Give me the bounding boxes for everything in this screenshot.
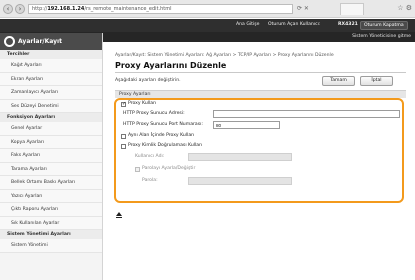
gear-icon (4, 36, 15, 47)
cancel-button[interactable]: İptal (360, 76, 393, 86)
app-topbar: Ana Gitişe Oturum Açan Kullanıcı: RX4321… (0, 19, 415, 32)
proxy-section-header: Proxy Ayarları (115, 90, 406, 98)
sidebar-item-copy[interactable]: Kopya Ayarları (0, 135, 102, 149)
set-password-label: Parolayı Ayarla/Değiştir (142, 166, 196, 171)
home-link[interactable]: Ana Gitişe (236, 22, 259, 27)
instruction-text: Aşağıdaki ayarları değiştirin. (115, 78, 181, 83)
user-name: RX4321 (338, 22, 358, 27)
system-manager-link[interactable]: Sistem Yöneticisine gitme (352, 34, 411, 39)
window-controls-icon[interactable]: ☆ ⚙ (397, 4, 412, 12)
sidebar-title: Ayarlar/Kayıt (18, 38, 62, 45)
sidebar-item-common[interactable]: Genel Ayarlar (0, 122, 102, 136)
sidebar-item-timer[interactable]: Zamanlayıcı Ayarları (0, 86, 102, 100)
password-field[interactable] (188, 177, 292, 185)
main-content: Ayarlar/Kayıt: Sistem Yönetimi Ayarları:… (104, 42, 415, 280)
browser-tab[interactable] (340, 3, 364, 15)
use-proxy-label: Proxy Kullan (128, 101, 157, 106)
same-domain-checkbox[interactable] (121, 134, 126, 139)
breadcrumb: Ayarlar/Kayıt: Sistem Yönetimi Ayarları:… (115, 53, 334, 58)
username-label: Kullanıcı Adı: (135, 154, 165, 159)
username-field[interactable] (188, 153, 292, 161)
back-icon[interactable]: ‹ (3, 4, 13, 14)
http-port-field[interactable] (213, 121, 280, 129)
http-address-label: HTTP Proxy Sunucu Adresi: (123, 111, 185, 116)
http-port-label: HTTP Proxy Sunucu Port Numarası: (123, 122, 203, 127)
address-bar[interactable]: http://192.168.1.24/rs_remote_maintenanc… (28, 4, 293, 14)
sidebar-item-favorites[interactable]: Sık Kullanılan Ayarlar (0, 216, 102, 230)
browser-toolbar: ‹ › http://192.168.1.24/rs_remote_mainte… (0, 0, 415, 18)
sidebar-item-fax[interactable]: Faks Ayarları (0, 149, 102, 163)
set-password-checkbox[interactable] (135, 167, 140, 172)
use-auth-checkbox[interactable] (121, 144, 126, 149)
use-auth-label: Proxy Kimlik Doğrulaması Kullan (128, 143, 203, 148)
refresh-icon[interactable]: ⟳ ✕ (297, 5, 309, 12)
sidebar-section-functions: Fonksiyon Ayarları (0, 113, 102, 122)
use-proxy-checkbox[interactable] (121, 101, 126, 107)
url-path: /rs_remote_maintenance_edit.html (84, 6, 172, 12)
sidebar-item-memory-print[interactable]: Bellek Ortamı Baskı Ayarları (0, 176, 102, 190)
page-title: Proxy Ayarlarını Düzenle (115, 61, 227, 70)
scroll-top-bar (116, 217, 122, 218)
sidebar-section-preferences: Tercihler (0, 50, 102, 59)
sidebar-item-printer[interactable]: Yazıcı Ayarları (0, 189, 102, 203)
logout-button[interactable]: Oturum Kapatma (360, 21, 408, 30)
forward-icon[interactable]: › (15, 4, 25, 14)
sidebar-item-volume[interactable]: Ses Düzeyi Denetimi (0, 99, 102, 113)
sidebar-item-display[interactable]: Ekran Ayarları (0, 72, 102, 86)
url-host: 192.168.1.24 (47, 6, 85, 12)
sidebar-item-paper[interactable]: Kağıt Ayarları (0, 59, 102, 73)
password-label: Parola: (142, 178, 158, 183)
logged-in-user-label: Oturum Açan Kullanıcı: (268, 22, 321, 27)
http-address-field[interactable] (213, 110, 400, 118)
same-domain-label: Aynı Alan İçinde Proxy Kullan (128, 133, 195, 138)
url-scheme: http:// (32, 6, 48, 12)
sidebar: Ayarlar/Kayıt Tercihler Kağıt Ayarları E… (0, 33, 103, 280)
sidebar-item-report[interactable]: Çıktı Raporu Ayarları (0, 203, 102, 217)
sidebar-item-scan[interactable]: Tarama Ayarları (0, 162, 102, 176)
sidebar-item-system-management[interactable]: Sistem Yönetimi (0, 239, 102, 253)
title-divider (115, 72, 406, 73)
sidebar-section-system: Sistem Yönetimi Ayarları (0, 230, 102, 239)
ok-button[interactable]: Tamam (322, 76, 355, 86)
scroll-top-icon[interactable] (116, 212, 122, 216)
sidebar-header: Ayarlar/Kayıt (0, 33, 102, 50)
